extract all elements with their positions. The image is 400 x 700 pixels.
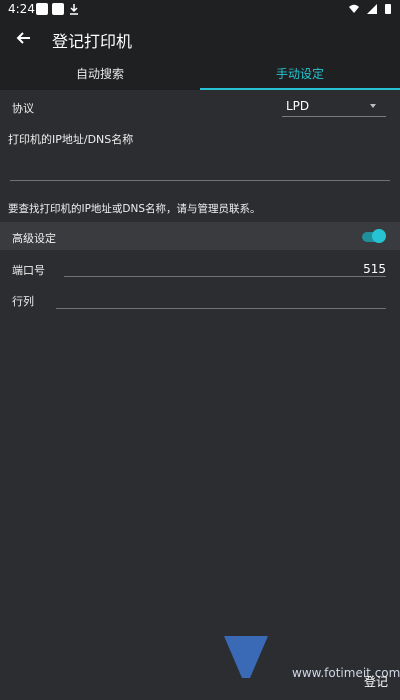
advanced-settings-row[interactable]: 高级设定 [0, 222, 400, 250]
port-underline [64, 276, 386, 277]
queue-input[interactable] [56, 308, 386, 309]
queue-label: 行列 [12, 295, 34, 308]
ip-hint-text: 要查找打印机的IP地址或DNS名称，请与管理员联系。 [8, 203, 261, 215]
page-title: 登记打印机 [52, 32, 133, 51]
watermark-logo-icon [224, 636, 268, 678]
wifi-icon [348, 3, 360, 18]
status-bar: 4:24 [0, 0, 400, 18]
advanced-toggle-thumb[interactable] [372, 229, 386, 243]
ip-address-input[interactable] [10, 180, 390, 181]
protocol-label: 协议 [12, 102, 34, 115]
status-time: 4:24 [8, 2, 35, 16]
tab-manual-setting[interactable]: 手动设定 [200, 58, 400, 90]
download-icon [68, 3, 80, 15]
port-label: 端口号 [12, 264, 45, 277]
ip-address-label: 打印机的IP地址/DNS名称 [8, 133, 134, 146]
tab-bar: 自动搜索 手动设定 [0, 58, 400, 90]
advanced-settings-label: 高级设定 [12, 232, 56, 245]
signal-icon [366, 3, 378, 18]
status-icons [348, 3, 392, 18]
port-input[interactable]: 515 [363, 262, 386, 276]
back-arrow-icon[interactable] [14, 28, 34, 48]
notification-icon [36, 3, 48, 15]
app-notification-icon [52, 3, 64, 15]
watermark: www.fotimeit.com [220, 632, 400, 682]
battery-icon [384, 3, 392, 18]
tab-auto-search[interactable]: 自动搜索 [0, 58, 200, 90]
register-button[interactable]: 登记 [364, 673, 388, 690]
chevron-down-icon [370, 104, 376, 108]
app-bar: 登记打印机 [0, 18, 400, 58]
protocol-select[interactable]: LPD [282, 98, 386, 117]
protocol-value: LPD [286, 99, 310, 113]
